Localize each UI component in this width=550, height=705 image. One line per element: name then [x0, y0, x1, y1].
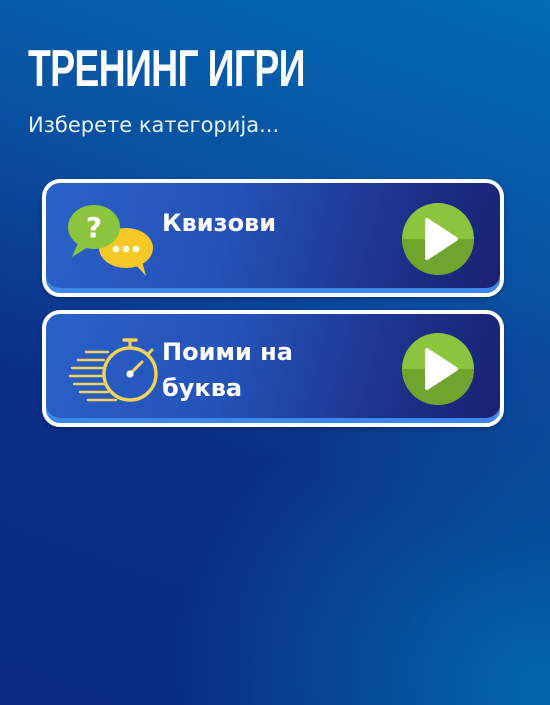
play-icon	[425, 218, 458, 260]
category-card-letter-terms[interactable]: Поими на буква	[42, 310, 504, 427]
category-label: Поими на буква	[162, 338, 293, 402]
play-button[interactable]	[402, 333, 474, 405]
play-icon	[425, 348, 458, 390]
svg-text:?: ?	[86, 211, 102, 244]
page-subtitle: Изберете категорија...	[28, 113, 280, 137]
play-button[interactable]	[402, 203, 474, 275]
category-card-quizzes[interactable]: ? Квизови	[42, 179, 504, 297]
category-label: Квизови	[162, 209, 277, 237]
page-title: ТРЕНИНГ ИГРИ	[28, 40, 306, 98]
chat-bubbles-question-icon: ?	[64, 201, 160, 286]
stopwatch-icon	[64, 330, 164, 415]
